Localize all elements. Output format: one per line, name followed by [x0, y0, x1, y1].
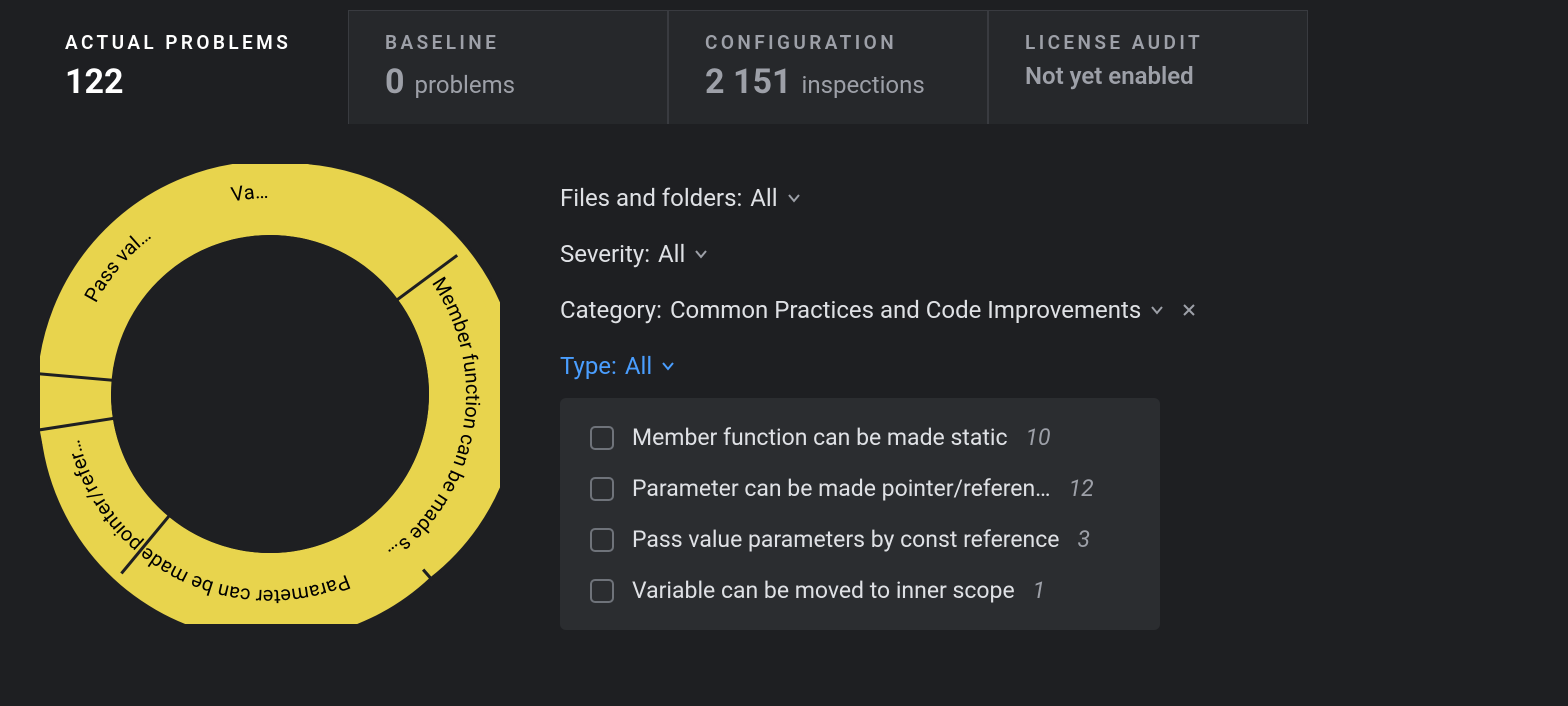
tab-actual-problems[interactable]: Actual problems 122 [28, 10, 348, 124]
type-option[interactable]: Member function can be made static 10 [560, 412, 1160, 463]
filter-label: Type: [560, 352, 617, 380]
checkbox[interactable] [590, 426, 614, 450]
filter-value: Common Practices and Code Improvements [670, 296, 1141, 324]
type-dropdown-list: Member function can be made static 10 Pa… [560, 398, 1160, 630]
type-option-count: 1 [1033, 577, 1046, 604]
tab-configuration[interactable]: Configuration 2 151 inspections [668, 10, 988, 124]
type-option-label: Variable can be moved to inner scope [632, 577, 1015, 604]
type-option-label: Pass value parameters by const reference [632, 526, 1060, 553]
tab-status: Not yet enabled [1025, 62, 1271, 90]
filter-value: All [750, 184, 777, 212]
filters-panel: Files and folders: All Severity: All Cat… [560, 164, 1197, 630]
type-option-count: 3 [1078, 526, 1091, 553]
category-filter[interactable]: Category: Common Practices and Code Impr… [560, 296, 1197, 324]
chevron-down-icon [660, 358, 676, 374]
tab-baseline[interactable]: Baseline 0 problems [348, 10, 668, 124]
type-option[interactable]: Parameter can be made pointer/referen… 1… [560, 463, 1160, 514]
chevron-down-icon [693, 246, 709, 262]
tab-label: Baseline [385, 31, 631, 54]
type-option-count: 10 [1026, 424, 1051, 451]
tab-license-audit[interactable]: License audit Not yet enabled [988, 10, 1308, 124]
tab-value: 122 [65, 62, 124, 102]
close-icon[interactable] [1181, 302, 1197, 318]
filter-value: All [658, 240, 685, 268]
checkbox[interactable] [590, 528, 614, 552]
chevron-down-icon [786, 190, 802, 206]
type-option[interactable]: Pass value parameters by const reference… [560, 514, 1160, 565]
segment-label: Va… [229, 179, 269, 207]
type-option-label: Member function can be made static [632, 424, 1008, 451]
sunburst-chart[interactable]: [data-name="segment-gap"]{display:none} [40, 164, 500, 624]
filter-label: Files and folders: [560, 184, 742, 212]
tab-unit: problems [415, 71, 516, 99]
tab-label: Configuration [705, 31, 951, 54]
tab-value: 0 [385, 62, 405, 102]
chevron-down-icon [1149, 302, 1165, 318]
type-option[interactable]: Variable can be moved to inner scope 1 [560, 565, 1160, 616]
type-filter[interactable]: Type: All [560, 352, 1197, 380]
tab-value: 2 151 [705, 62, 791, 102]
type-option-label: Parameter can be made pointer/referen… [632, 475, 1051, 502]
tab-unit: inspections [801, 71, 924, 99]
filter-label: Category: [560, 296, 662, 324]
tab-label: Actual problems [65, 31, 311, 54]
filter-value: All [625, 352, 652, 380]
tab-label: License audit [1025, 31, 1271, 54]
checkbox[interactable] [590, 579, 614, 603]
filter-label: Severity: [560, 240, 650, 268]
type-option-count: 12 [1069, 475, 1094, 502]
checkbox[interactable] [590, 477, 614, 501]
files-folders-filter[interactable]: Files and folders: All [560, 184, 1197, 212]
severity-filter[interactable]: Severity: All [560, 240, 1197, 268]
tabs-bar: Actual problems 122 Baseline 0 problems … [0, 0, 1568, 124]
